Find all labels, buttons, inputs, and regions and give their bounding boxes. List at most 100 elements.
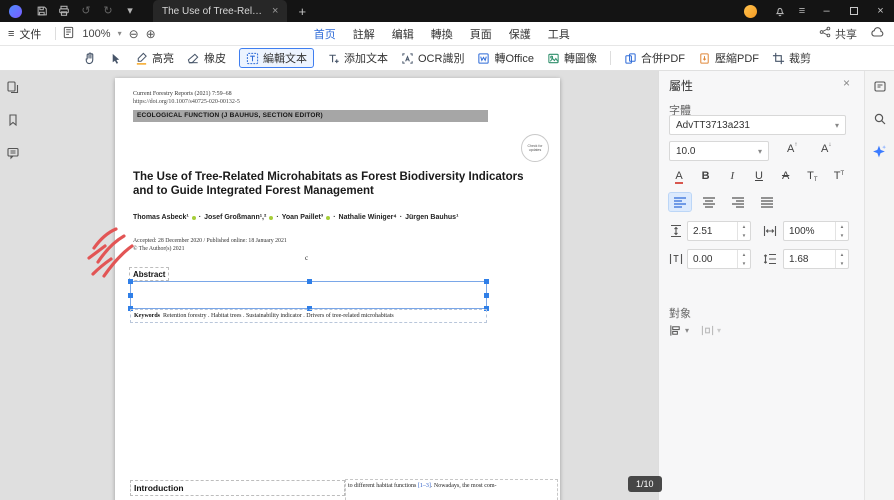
to-image-tool-button[interactable]: 轉圖像 xyxy=(547,50,597,66)
chevron-down-icon: ▾ xyxy=(758,147,762,156)
baseline-offset-value: 0.00 xyxy=(688,250,737,268)
char-spacing-stepper[interactable]: 2.51 ▲ ▼ xyxy=(687,221,751,241)
decrease-font-size-button[interactable]: A↓ xyxy=(821,143,831,155)
page-view-icon[interactable] xyxy=(62,26,75,42)
doi-link[interactable]: https://doi.org/10.1007/s40725-020-00132… xyxy=(133,99,240,105)
user-avatar[interactable] xyxy=(744,5,757,18)
merge-pdf-tool-button[interactable]: 合併PDF xyxy=(624,50,685,66)
crop-tool-button[interactable]: 裁剪 xyxy=(772,50,811,66)
to-office-tool-button[interactable]: 轉Office xyxy=(477,50,534,66)
ai-assistant-icon[interactable] xyxy=(872,144,887,164)
keywords-textbox[interactable]: Keywords Retention forestry . Habitat tr… xyxy=(130,309,487,323)
comment-list-panel-icon[interactable] xyxy=(873,80,887,99)
document-tab[interactable]: The Use of Tree-Relate... * × xyxy=(153,0,287,22)
align-right-button[interactable] xyxy=(727,193,749,211)
spin-down-icon[interactable]: ▼ xyxy=(836,259,848,268)
italic-button[interactable]: I xyxy=(722,170,742,182)
strikethrough-button[interactable]: A xyxy=(776,170,796,182)
ocr-tool-button[interactable]: OCR識別 xyxy=(401,50,464,66)
spin-up-icon[interactable]: ▲ xyxy=(738,222,750,231)
notification-bell-icon[interactable] xyxy=(769,0,791,22)
tab-tools[interactable]: 工具 xyxy=(548,26,570,42)
main-menu-icon[interactable]: ≡ xyxy=(791,0,813,22)
selected-textbox[interactable] xyxy=(130,281,487,309)
highlight-tool-button[interactable]: 高亮 xyxy=(135,50,174,66)
font-size-select[interactable]: 10.0 ▾ xyxy=(669,141,769,161)
spin-up-icon[interactable]: ▲ xyxy=(836,250,848,259)
minimize-button[interactable]: – xyxy=(813,0,840,22)
tab-protect[interactable]: 保護 xyxy=(509,26,531,42)
tab-home[interactable]: 首页 xyxy=(314,26,336,42)
increase-font-size-button[interactable]: A↑ xyxy=(787,143,797,155)
orcid-icon xyxy=(326,216,330,220)
file-menu[interactable]: ≡ 文件 xyxy=(0,26,49,42)
align-justify-button[interactable] xyxy=(756,193,778,211)
spin-down-icon[interactable]: ▼ xyxy=(836,231,848,240)
citation-link[interactable]: [1–3] xyxy=(418,483,431,489)
red-annotation-scribble[interactable] xyxy=(84,224,138,286)
align-objects-button[interactable]: ▾ xyxy=(669,324,689,337)
size-letter: A xyxy=(821,143,828,155)
subscript-button[interactable]: TT xyxy=(802,170,822,183)
font-family-select[interactable]: AdvTT3713a231 ▾ xyxy=(669,115,846,135)
eraser-tool-button[interactable]: 橡皮 xyxy=(187,50,226,66)
app-logo-icon[interactable] xyxy=(9,5,22,18)
properties-close-icon[interactable]: × xyxy=(843,76,850,90)
bookmarks-panel-icon[interactable] xyxy=(6,113,20,132)
selection-handle[interactable] xyxy=(484,279,489,284)
share-button[interactable]: 共享 xyxy=(819,26,857,42)
superscript-button[interactable]: TT xyxy=(829,170,849,182)
hand-tool-button[interactable] xyxy=(83,52,96,65)
tab-close-icon[interactable]: × xyxy=(272,5,278,17)
crop-label: 裁剪 xyxy=(789,50,811,66)
zoom-out-button[interactable]: ⊖ xyxy=(129,27,139,41)
horizontal-scale-value: 100% xyxy=(784,222,835,240)
selection-handle[interactable] xyxy=(307,279,312,284)
align-center-button[interactable] xyxy=(698,193,720,211)
underline-button[interactable]: U xyxy=(749,170,769,182)
redo-icon[interactable]: ↻ xyxy=(97,0,119,22)
print-icon[interactable] xyxy=(53,0,75,22)
zoom-caret-icon[interactable]: ▾ xyxy=(118,29,122,38)
baseline-offset-stepper[interactable]: 0.00 ▲ ▼ xyxy=(687,249,751,269)
pdf-page[interactable]: Current Forestry Reports (2021) 7:59–68 … xyxy=(115,78,560,500)
spin-up-icon[interactable]: ▲ xyxy=(738,250,750,259)
search-icon[interactable] xyxy=(873,112,887,131)
close-window-button[interactable]: × xyxy=(867,0,894,22)
compress-pdf-tool-button[interactable]: 壓縮PDF xyxy=(698,50,759,66)
stepper-spin: ▲ ▼ xyxy=(835,222,848,240)
tab-pages[interactable]: 頁面 xyxy=(470,26,492,42)
cloud-download-icon[interactable] xyxy=(870,26,884,41)
new-tab-button[interactable]: + xyxy=(298,4,306,19)
tab-annotate[interactable]: 註解 xyxy=(353,26,375,42)
zoom-in-button[interactable]: ⊕ xyxy=(146,27,156,41)
spin-down-icon[interactable]: ▼ xyxy=(738,231,750,240)
quick-toolbar-caret-icon[interactable]: ▾ xyxy=(119,0,141,22)
save-icon[interactable] xyxy=(31,0,53,22)
maximize-icon xyxy=(850,7,858,15)
comments-panel-icon[interactable] xyxy=(6,146,20,165)
spin-up-icon[interactable]: ▲ xyxy=(836,222,848,231)
body-text-textbox[interactable]: to different habitat functions [1–3]. No… xyxy=(345,479,558,500)
edit-text-tool-button[interactable]: 編輯文本 xyxy=(239,48,314,68)
align-left-button[interactable] xyxy=(669,193,691,211)
line-spacing-stepper[interactable]: 1.68 ▲ ▼ xyxy=(783,249,849,269)
check-for-updates-badge[interactable]: Check for updates xyxy=(521,134,549,162)
spin-down-icon[interactable]: ▼ xyxy=(738,259,750,268)
introduction-heading-textbox[interactable]: Introduction xyxy=(130,480,345,496)
font-color-button[interactable]: A xyxy=(669,170,689,182)
distribute-objects-button[interactable]: ▾ xyxy=(701,324,721,337)
body-text: to different habitat functions xyxy=(348,483,418,489)
maximize-button[interactable] xyxy=(840,0,867,22)
page-thumbnails-panel-icon[interactable] xyxy=(6,80,20,99)
undo-icon[interactable]: ↺ xyxy=(75,0,97,22)
horizontal-scale-stepper[interactable]: 100% ▲ ▼ xyxy=(783,221,849,241)
selection-handle[interactable] xyxy=(128,293,133,298)
zoom-level[interactable]: 100% xyxy=(82,28,110,40)
bold-button[interactable]: B xyxy=(696,170,716,182)
selection-handle[interactable] xyxy=(484,293,489,298)
add-text-tool-button[interactable]: 添加文本 xyxy=(327,50,388,66)
select-tool-button[interactable] xyxy=(109,52,122,65)
tab-edit[interactable]: 编辑 xyxy=(392,26,414,42)
tab-convert[interactable]: 轉換 xyxy=(431,26,453,42)
